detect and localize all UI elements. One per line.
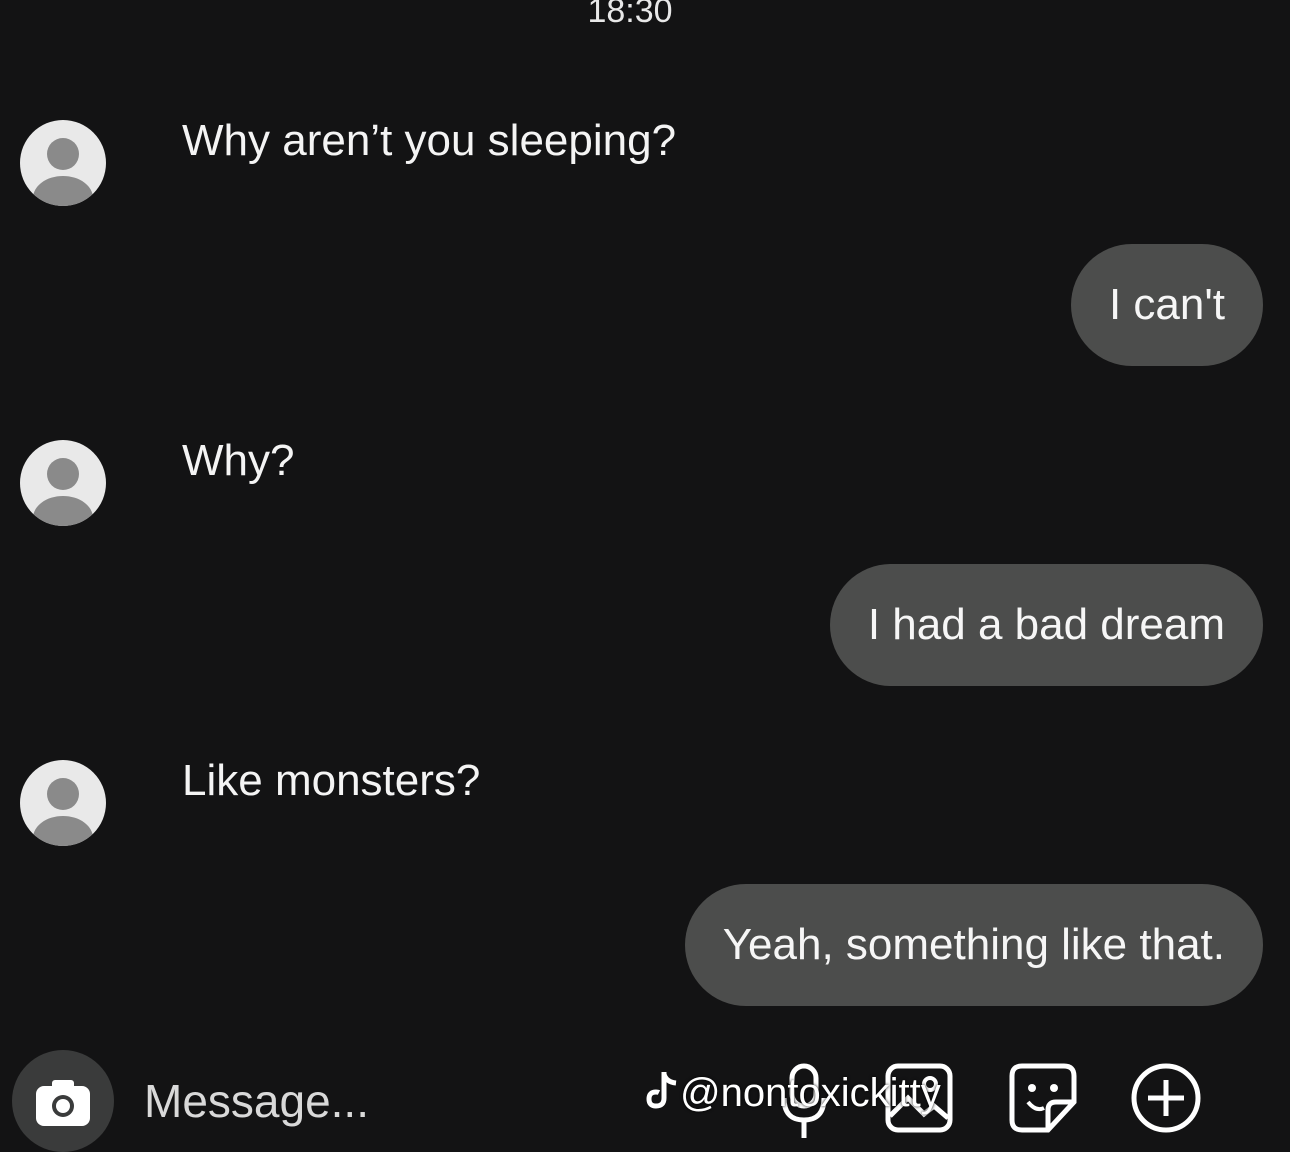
camera-icon [36,1080,90,1126]
outgoing-message[interactable]: I can't [1070,244,1263,366]
sticker-icon[interactable] [1008,1062,1078,1134]
status-time: 18:30 [587,0,673,30]
avatar-body [33,496,93,526]
incoming-message[interactable]: Like monsters? [182,756,480,806]
message-composer: Message... [0,1040,1290,1152]
avatar-body [33,176,93,206]
avatar-head [47,458,79,490]
camera-button[interactable] [12,1050,114,1152]
contact-avatar[interactable] [20,760,106,846]
avatar-head [47,138,79,170]
contact-avatar[interactable] [20,440,106,526]
outgoing-message-text: I had a bad dream [867,600,1225,649]
incoming-message[interactable]: Why? [182,436,294,486]
message-input[interactable]: Message... [144,1074,369,1128]
outgoing-message-text: I can't [1108,280,1225,329]
tiktok-icon [646,1072,677,1109]
incoming-message[interactable]: Why aren’t you sleeping? [182,116,676,166]
contact-avatar[interactable] [20,120,106,206]
outgoing-message[interactable]: Yeah, something like that. [684,884,1263,1006]
avatar-body [33,816,93,846]
outgoing-message[interactable]: I had a bad dream [829,564,1263,686]
watermark: @nontoxickitty [646,1070,941,1116]
outgoing-message-text: Yeah, something like that. [722,920,1225,969]
avatar-head [47,778,79,810]
plus-icon[interactable] [1130,1062,1202,1134]
watermark-handle: @nontoxickitty [680,1071,941,1115]
